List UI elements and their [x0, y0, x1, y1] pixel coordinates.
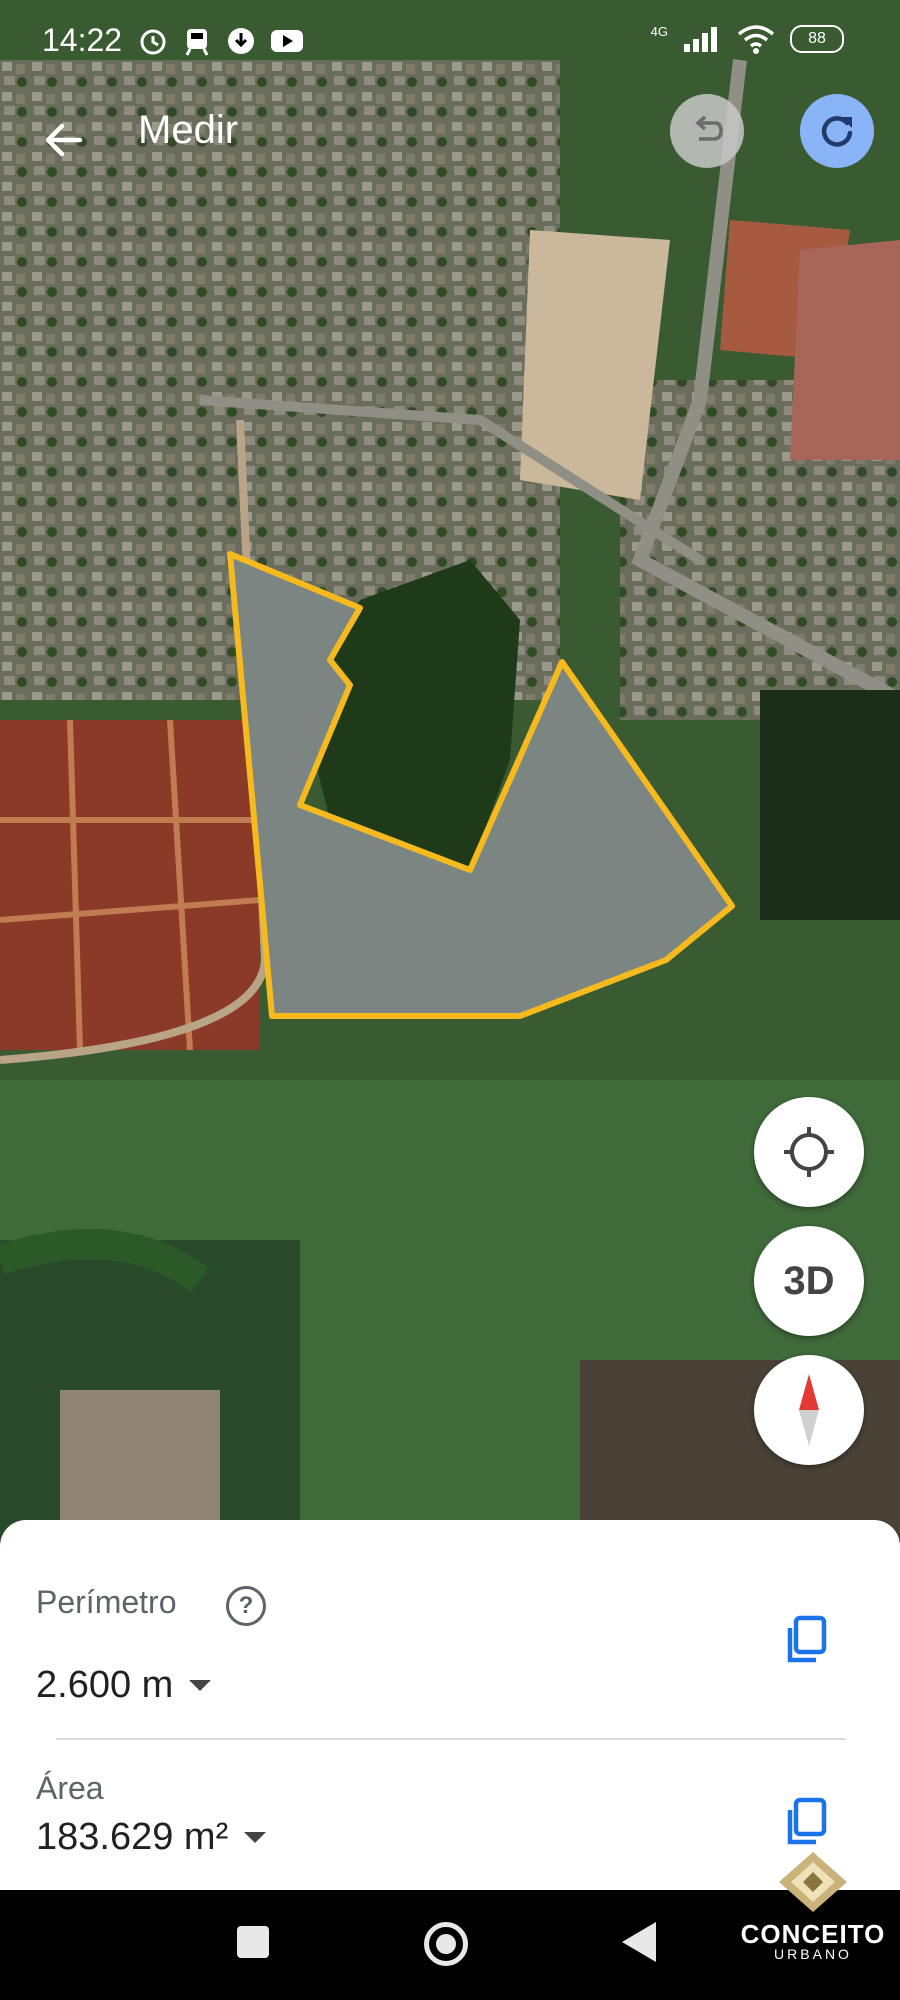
watermark-logo: CONCEITO URBANO [738, 1850, 888, 1970]
three-d-button[interactable]: 3D [754, 1226, 864, 1336]
area-value-text: 183.629 m² [36, 1816, 229, 1858]
download-icon [228, 28, 254, 54]
perimeter-label: Perímetro [36, 1584, 177, 1620]
page-title: Medir [138, 108, 239, 152]
crosshair-icon [784, 1127, 834, 1177]
compass-button[interactable] [754, 1355, 864, 1465]
copy-icon[interactable] [778, 1792, 838, 1852]
arrow-left-icon[interactable] [40, 116, 88, 164]
battery-icon: 88 [790, 25, 844, 53]
clock: 14:22 [42, 22, 123, 58]
wifi-icon [737, 25, 775, 54]
chevron-down-icon [189, 1680, 212, 1691]
recents-button[interactable] [237, 1926, 269, 1958]
diamond-logo-icon [779, 1852, 847, 1912]
area-value[interactable]: 183.629 m² [36, 1816, 267, 1859]
measurement-sheet: Perímetro ? 2.600 m Área 183.629 m² [0, 1520, 900, 1890]
divider [56, 1738, 846, 1740]
undo-icon [695, 115, 723, 141]
chevron-down-icon [244, 1832, 267, 1843]
redo-button[interactable] [800, 94, 874, 168]
my-location-button[interactable] [754, 1097, 864, 1207]
notification-icons [138, 26, 304, 56]
help-icon[interactable]: ? [226, 1586, 266, 1626]
back-button[interactable] [622, 1922, 656, 1962]
status-bar: 14:22 4G 88 [0, 0, 900, 88]
area-label: Área [36, 1770, 104, 1806]
perimeter-value-text: 2.600 m [36, 1664, 174, 1706]
youtube-icon [271, 30, 303, 52]
signal-icon [684, 27, 717, 52]
three-d-label: 3D [783, 1258, 835, 1303]
undo-button[interactable] [670, 94, 744, 168]
perimeter-value[interactable]: 2.600 m [36, 1664, 212, 1707]
compass-icon [799, 1374, 819, 1446]
measure-toolbar: Medir [0, 88, 900, 178]
network-type: 4G [650, 23, 668, 39]
redo-icon [821, 116, 853, 147]
alarm-icon [140, 29, 166, 55]
system-icons: 4G 88 [651, 24, 844, 54]
copy-icon[interactable] [778, 1610, 838, 1670]
train-icon [185, 29, 209, 56]
home-button[interactable] [424, 1922, 468, 1966]
